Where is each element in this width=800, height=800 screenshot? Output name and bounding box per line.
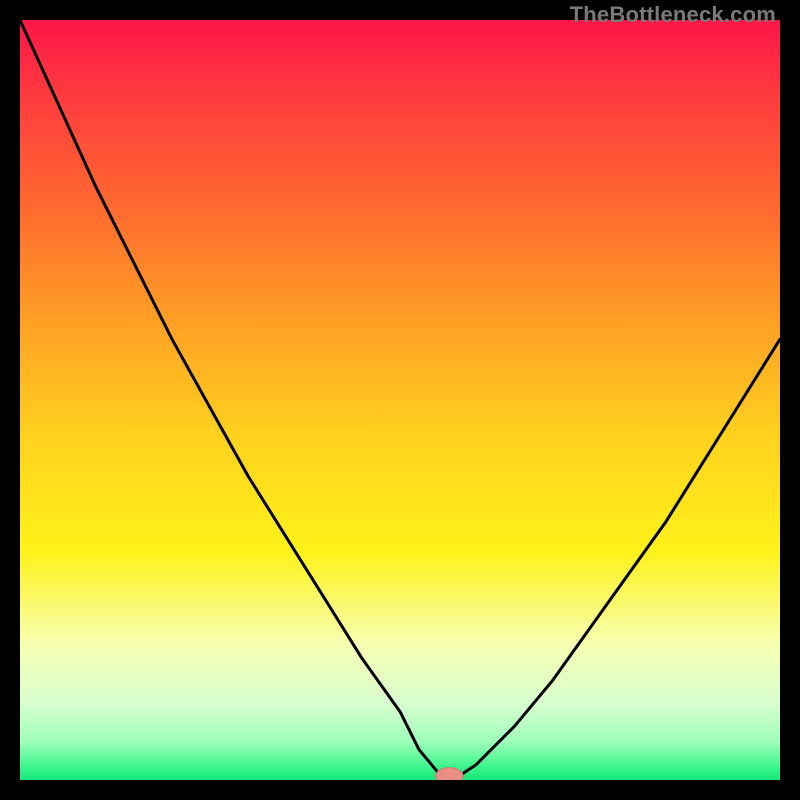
bottleneck-chart <box>20 20 780 780</box>
chart-frame <box>20 20 780 780</box>
watermark-text: TheBottleneck.com <box>570 2 776 28</box>
gradient-background <box>20 20 780 780</box>
minimum-marker <box>436 768 463 780</box>
